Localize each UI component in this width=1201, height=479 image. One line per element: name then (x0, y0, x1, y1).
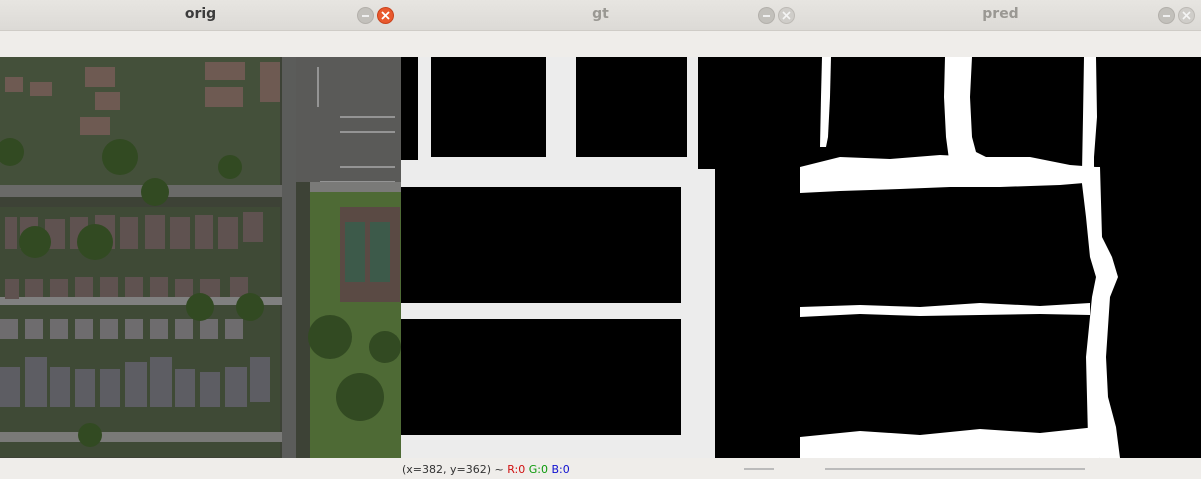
aerial-image[interactable] (0, 57, 401, 458)
aerial-photo (0, 57, 401, 458)
window-title-orig: orig (184, 6, 217, 22)
close-icon[interactable] (1178, 7, 1195, 24)
statusbar-orig (0, 458, 401, 479)
window-title-gt: gt (592, 6, 609, 22)
gt-mask[interactable] (401, 57, 800, 458)
toolbar-gt (401, 31, 800, 57)
pixel-coords: (x=382, y=362) ~ (402, 463, 504, 476)
titlebar-pred[interactable]: pred (800, 0, 1201, 31)
close-icon[interactable] (778, 7, 795, 24)
close-icon[interactable] (377, 7, 394, 24)
window-gt: gt (x=382, y=362) ~ R:0 G:0 B:0 (401, 0, 800, 479)
titlebar-gt[interactable]: gt (401, 0, 800, 31)
toolbar-pred (800, 31, 1201, 57)
statusbar-gt: (x=382, y=362) ~ R:0 G:0 B:0 (401, 458, 800, 479)
pixel-readout: (x=382, y=362) ~ R:0 G:0 B:0 (402, 463, 570, 476)
pixel-b-value: B:0 (551, 463, 570, 476)
toolbar-orig (0, 31, 401, 57)
titlebar-orig[interactable]: orig (0, 0, 401, 31)
status-stub (744, 468, 774, 470)
window-title-pred: pred (982, 6, 1019, 22)
status-stub (825, 468, 1085, 470)
statusbar-pred (800, 458, 1201, 479)
minimize-icon[interactable] (1158, 7, 1175, 24)
window-orig: orig (0, 0, 401, 479)
pixel-r-value: R:0 (507, 463, 526, 476)
minimize-icon[interactable] (357, 7, 374, 24)
pred-mask[interactable] (800, 57, 1201, 458)
pixel-g-value: G:0 (528, 463, 548, 476)
minimize-icon[interactable] (758, 7, 775, 24)
pred-road-mask (800, 57, 1201, 458)
gt-road-mask (401, 57, 800, 458)
window-pred: pred (800, 0, 1201, 479)
